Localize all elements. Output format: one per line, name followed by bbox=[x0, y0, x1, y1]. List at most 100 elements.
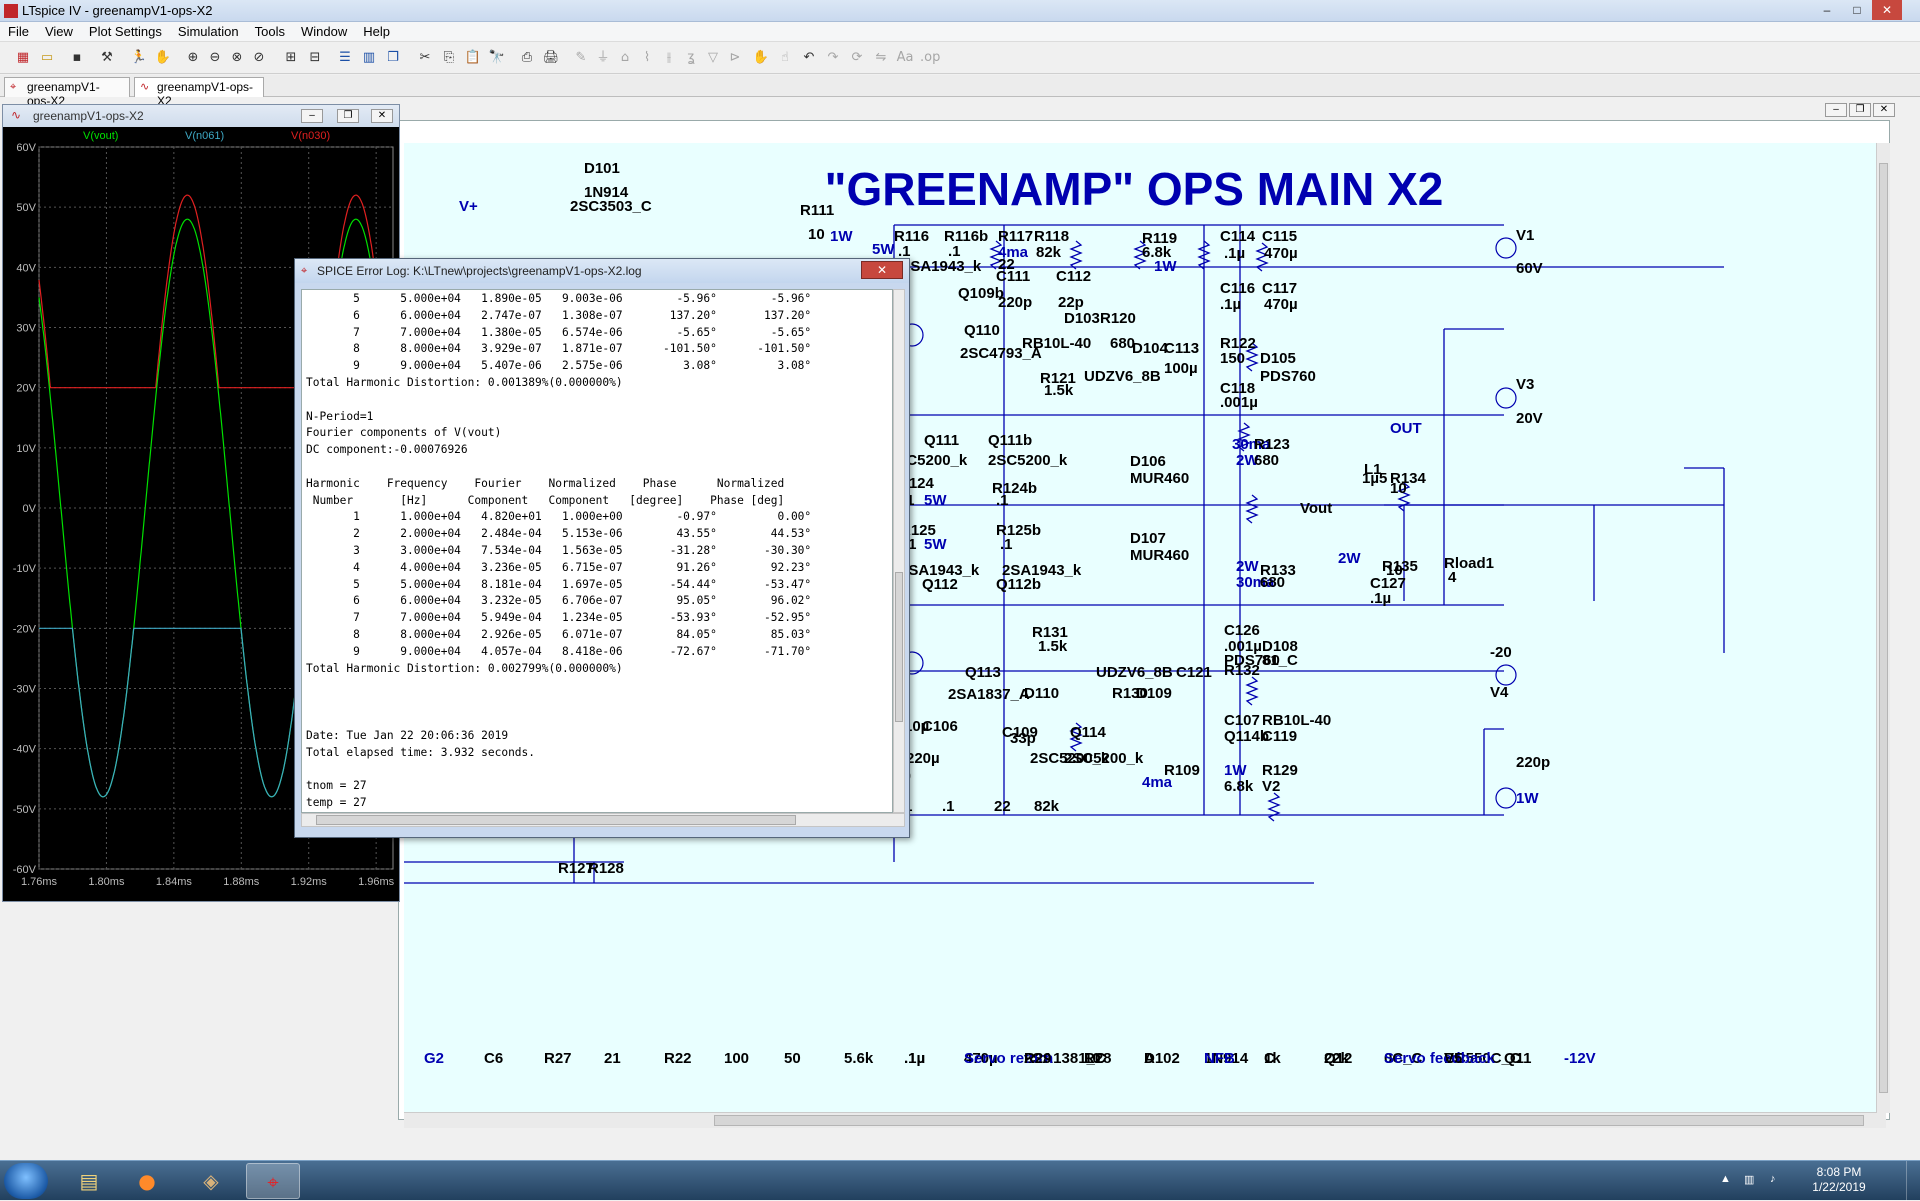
volume-icon[interactable]: ♪ bbox=[1770, 1173, 1776, 1185]
cascade-icon[interactable]: ❐ bbox=[384, 49, 402, 67]
halt-icon[interactable]: ✋ bbox=[154, 49, 172, 67]
schematic-vertical-scrollbar[interactable] bbox=[1876, 143, 1890, 1113]
maximize-button[interactable]: □ bbox=[1842, 0, 1872, 20]
schematic-label: MUR460 bbox=[1130, 470, 1189, 487]
schematic-label: Q111b bbox=[988, 432, 1032, 449]
schematic-label: 1.5k bbox=[1044, 382, 1074, 399]
inductor-icon[interactable]: ʓ bbox=[682, 49, 700, 67]
copy-icon[interactable]: ⎘ bbox=[440, 49, 458, 67]
schematic-label: 1W bbox=[830, 228, 853, 245]
schematic-label: 22p bbox=[1058, 294, 1084, 311]
log-line: Harmonic Frequency Fourier Normalized Ph… bbox=[306, 476, 785, 490]
paste-icon[interactable]: 📋 bbox=[464, 49, 482, 67]
schematic-horizontal-scrollbar[interactable] bbox=[404, 1112, 1886, 1128]
menu-help[interactable]: Help bbox=[355, 22, 398, 39]
taskbar: ▤ ● ◈ ⌖ ▲ ▥ ♪ 8:08 PM 1/22/2019 bbox=[0, 1160, 1920, 1201]
zoom-out-icon[interactable]: ⊖ bbox=[206, 49, 224, 67]
cut-icon[interactable]: ✂ bbox=[416, 49, 434, 67]
print-setup-icon[interactable]: ⎙ bbox=[518, 49, 536, 67]
waveform-close-button[interactable]: ✕ bbox=[371, 109, 393, 123]
schematic-label: 2W bbox=[1236, 558, 1259, 575]
tab-waveform[interactable]: ∿ greenampV1-ops-X2 bbox=[134, 77, 264, 108]
print-icon[interactable]: 🖨 bbox=[542, 49, 560, 67]
tile-vert-icon[interactable]: ▥ bbox=[360, 49, 378, 67]
waveform-minimize-button[interactable]: – bbox=[301, 109, 323, 123]
tray-icon[interactable]: ▲ bbox=[1720, 1173, 1731, 1185]
schematic-minimize-button[interactable]: – bbox=[1825, 103, 1847, 117]
component-icon[interactable]: ⊳ bbox=[726, 49, 744, 67]
zoom-full-icon[interactable]: ⊗ bbox=[228, 49, 246, 67]
rotate-icon[interactable]: ⟳ bbox=[848, 49, 866, 67]
schematic-icon: ⌖ bbox=[10, 81, 17, 93]
schematic-label: C107 bbox=[1224, 712, 1260, 729]
schematic-label: C116 bbox=[1220, 280, 1255, 297]
schematic-label: .1µ bbox=[904, 1050, 925, 1067]
redo-icon[interactable]: ↷ bbox=[824, 49, 842, 67]
ground-icon[interactable]: ⏚ bbox=[594, 49, 612, 67]
control-panel-icon[interactable]: ⚒ bbox=[98, 49, 116, 67]
schematic-label: R111 bbox=[800, 202, 834, 219]
capacitor-icon[interactable]: ⫲ bbox=[660, 49, 678, 67]
waveform-restore-button[interactable]: ❐ bbox=[337, 109, 359, 123]
resistor-icon[interactable]: ⌇ bbox=[638, 49, 656, 67]
log-line: 8 8.000e+04 3.929e-07 1.871e-07 -101.50°… bbox=[353, 342, 812, 356]
schematic-label: 2SC4793_A bbox=[960, 345, 1042, 362]
start-button[interactable] bbox=[4, 1163, 48, 1199]
firefox-icon[interactable]: ● bbox=[120, 1163, 174, 1199]
schematic-label: 680 bbox=[1254, 452, 1279, 469]
schematic-label: 22k bbox=[1324, 1050, 1350, 1067]
schematic-label: V1 bbox=[1516, 227, 1534, 244]
tile-horiz-icon[interactable]: ☰ bbox=[336, 49, 354, 67]
menu-simulation[interactable]: Simulation bbox=[170, 22, 247, 39]
network-icon[interactable]: ▥ bbox=[1744, 1173, 1754, 1186]
schematic-close-button[interactable]: ✕ bbox=[1873, 103, 1895, 117]
save-icon[interactable]: ▪ bbox=[68, 49, 86, 67]
schematic-restore-button[interactable]: ❐ bbox=[1849, 103, 1871, 117]
y-tick-label: -20V bbox=[13, 623, 37, 635]
log-line: 5 5.000e+04 1.890e-05 9.003e-06 -5.96° -… bbox=[353, 292, 812, 305]
clock[interactable]: 8:08 PM 1/22/2019 bbox=[1794, 1165, 1884, 1195]
log-text-area[interactable]: 5 5.000e+04 1.890e-05 9.003e-06 -5.96° -… bbox=[301, 289, 893, 813]
label-icon[interactable]: ⌂ bbox=[616, 49, 634, 67]
schematic-label: C113 bbox=[1164, 340, 1199, 357]
run-icon[interactable]: 🏃 bbox=[130, 49, 148, 67]
drag-icon[interactable]: ☝ bbox=[776, 49, 794, 67]
text-icon[interactable]: Aa bbox=[896, 49, 914, 67]
menu-view[interactable]: View bbox=[37, 22, 81, 39]
autorange-icon[interactable]: ⊞ bbox=[282, 49, 300, 67]
move-icon[interactable]: ✋ bbox=[752, 49, 770, 67]
x-tick-label: 1.84ms bbox=[156, 876, 193, 888]
voltage-source bbox=[1495, 664, 1517, 686]
tab-schematic[interactable]: ⌖ greenampV1-ops-X2 bbox=[4, 77, 130, 108]
zoom-in-icon[interactable]: ⊕ bbox=[184, 49, 202, 67]
schematic-label: MUR460 bbox=[1130, 547, 1189, 564]
diode-icon[interactable]: ▽ bbox=[704, 49, 722, 67]
new-schematic-icon[interactable]: ▦ bbox=[14, 49, 32, 67]
schematic-label: 82k bbox=[1036, 244, 1062, 261]
undo-icon[interactable]: ↶ bbox=[800, 49, 818, 67]
minimize-button[interactable]: – bbox=[1812, 0, 1842, 20]
log-vertical-scrollbar[interactable] bbox=[893, 289, 905, 813]
spice-directive-icon[interactable]: .op bbox=[920, 49, 940, 67]
close-button[interactable]: ✕ bbox=[1872, 0, 1902, 20]
menu-plot-settings[interactable]: Plot Settings bbox=[81, 22, 170, 39]
explorer-icon[interactable]: ▤ bbox=[62, 1163, 116, 1199]
menu-tools[interactable]: Tools bbox=[247, 22, 293, 39]
y-tick-label: 50V bbox=[16, 202, 36, 214]
log-horizontal-scrollbar[interactable] bbox=[301, 813, 905, 827]
wire-icon[interactable]: ✎ bbox=[572, 49, 590, 67]
menu-file[interactable]: File bbox=[0, 22, 37, 39]
find-icon[interactable]: 🔭 bbox=[488, 49, 506, 67]
schematic-label: OUT bbox=[1390, 420, 1422, 437]
schematic-label: 1.5k bbox=[1038, 638, 1068, 655]
sidebar-icon[interactable]: ⊟ bbox=[306, 49, 324, 67]
zoom-back-icon[interactable]: ⊘ bbox=[250, 49, 268, 67]
show-desktop-button[interactable] bbox=[1906, 1161, 1920, 1201]
schematic-label: 20V bbox=[1516, 410, 1543, 427]
ltspice-icon[interactable]: ⌖ bbox=[246, 1163, 300, 1199]
mirror-icon[interactable]: ⇋ bbox=[872, 49, 890, 67]
gimp-icon[interactable]: ◈ bbox=[184, 1163, 238, 1199]
menu-window[interactable]: Window bbox=[293, 22, 355, 39]
log-close-button[interactable]: ✕ bbox=[861, 261, 903, 279]
open-icon[interactable]: ▭ bbox=[38, 49, 56, 67]
